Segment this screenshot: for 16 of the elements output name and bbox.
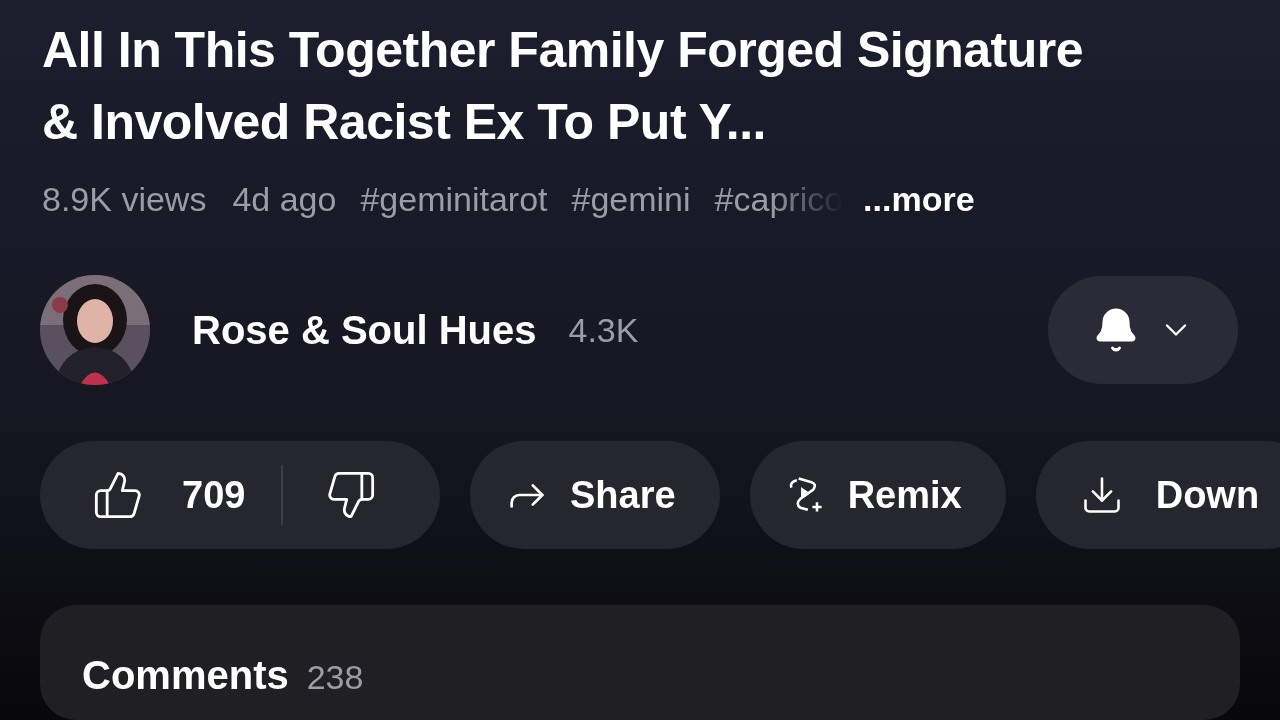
subscriber-count: 4.3K	[568, 309, 639, 351]
view-count: 8.9K views	[42, 179, 207, 220]
hashtag-link[interactable]: #gemini	[571, 174, 691, 225]
remix-button[interactable]: Remix	[749, 441, 1006, 549]
comments-title: Comments	[82, 652, 289, 699]
comment-count: 238	[306, 657, 364, 698]
upload-age: 4d ago	[232, 179, 337, 220]
share-button[interactable]: Share	[470, 441, 720, 549]
hashtag-link[interactable]: #geminitarot	[360, 174, 548, 225]
channel-name[interactable]: Rose & Soul Hues	[192, 300, 537, 360]
more-link[interactable]: ...more	[863, 174, 975, 225]
like-button[interactable]: 709	[40, 441, 246, 549]
video-title: All In This Together Family Forged Signature & Involved Racist Ex To Put Y...	[42, 21, 1085, 152]
thumbs-up-icon	[92, 469, 144, 521]
comments-card[interactable]: Comments 238	[40, 605, 1240, 720]
download-button[interactable]: Down	[1035, 441, 1280, 549]
